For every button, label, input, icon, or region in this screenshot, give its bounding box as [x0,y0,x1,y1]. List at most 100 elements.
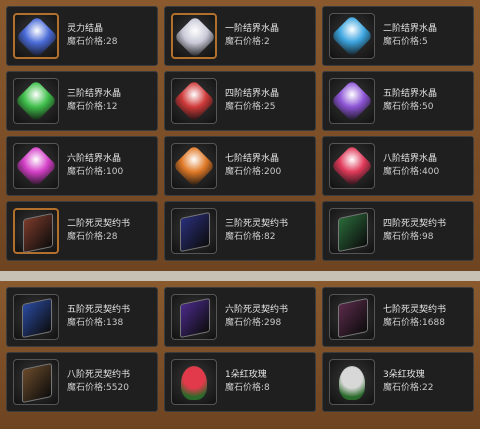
book-shape [23,212,53,254]
item-name: 七阶结界水晶 [225,154,280,164]
gem-shape [330,144,374,188]
item-price-row: 魔石价格:1688 [383,317,446,330]
shop-panel-bottom: 五阶死灵契约书 魔石价格:138 六阶死灵契约书 魔石价格:298 七阶死灵契约书 魔石价… [0,281,480,429]
price-label: 魔石价格: [225,318,265,328]
item-name: 六阶结界水晶 [67,154,122,164]
price-label: 魔石价格: [225,167,265,177]
gem-shape [172,79,216,123]
item-info: 六阶结界水晶 魔石价格:100 [67,153,123,179]
item-name: 六阶死灵契约书 [225,305,289,315]
item-card[interactable]: 七阶结界水晶 魔石价格:200 [164,136,316,196]
item-price-row: 魔石价格:82 [225,231,288,244]
item-info: 二阶结界水晶 魔石价格:5 [383,23,437,49]
item-card[interactable]: 四阶结界水晶 魔石价格:25 [164,71,316,131]
price-label: 魔石价格: [383,383,423,393]
item-price-row: 魔石价格:5 [383,36,437,49]
price-value: 5 [422,37,428,47]
item-price-row: 魔石价格:50 [383,101,437,114]
item-grid-bottom: 五阶死灵契约书 魔石价格:138 六阶死灵契约书 魔石价格:298 七阶死灵契约书 魔石价… [6,287,474,412]
item-card[interactable]: 四阶死灵契约书 魔石价格:98 [322,201,474,261]
item-name: 3朵红玫瑰 [383,370,425,380]
item-card[interactable]: 五阶结界水晶 魔石价格:50 [322,71,474,131]
item-price-row: 魔石价格:2 [225,36,279,49]
necro-contract-4-icon [329,208,375,254]
gem-shape [330,14,374,58]
item-price-row: 魔石价格:28 [67,231,130,244]
item-info: 四阶死灵契约书 魔石价格:98 [383,218,446,244]
item-card[interactable]: 五阶死灵契约书 魔石价格:138 [6,287,158,347]
item-card[interactable]: 1朵红玫瑰 魔石价格:8 [164,352,316,412]
price-label: 魔石价格: [225,383,265,393]
item-name: 三阶死灵契约书 [225,219,289,229]
item-card[interactable]: 二阶结界水晶 魔石价格:5 [322,6,474,66]
item-info: 八阶死灵契约书 魔石价格:5520 [67,369,130,395]
item-price-row: 魔石价格:200 [225,166,281,179]
book-shape [22,362,52,404]
item-info: 三阶结界水晶 魔石价格:12 [67,88,121,114]
item-info: 五阶结界水晶 魔石价格:50 [383,88,437,114]
item-name: 五阶死灵契约书 [67,305,131,315]
item-price-row: 魔石价格:298 [225,317,288,330]
flower-shape [181,366,207,400]
item-card[interactable]: 三阶结界水晶 魔石价格:12 [6,71,158,131]
barrier-crystal-7-icon [171,143,217,189]
item-card[interactable]: 3朵红玫瑰 魔石价格:22 [322,352,474,412]
item-info: 八阶结界水晶 魔石价格:400 [383,153,439,179]
necro-contract-8-icon [13,359,59,405]
item-card[interactable]: 六阶结界水晶 魔石价格:100 [6,136,158,196]
barrier-crystal-5-icon [329,78,375,124]
item-name: 二阶结界水晶 [383,24,438,34]
book-shape [180,297,210,339]
gem-shape [172,144,216,188]
price-value: 138 [106,318,124,328]
item-price-row: 魔石价格:28 [67,36,118,49]
price-value: 1688 [422,318,445,328]
price-label: 魔石价格: [383,232,423,242]
barrier-crystal-2-icon [329,13,375,59]
price-value: 12 [106,102,118,112]
price-value: 400 [422,167,440,177]
item-card[interactable]: 八阶结界水晶 魔石价格:400 [322,136,474,196]
gem-shape [173,15,217,59]
item-name: 三阶结界水晶 [67,89,122,99]
item-info: 三阶死灵契约书 魔石价格:82 [225,218,288,244]
item-name: 八阶死灵契约书 [67,370,131,380]
price-label: 魔石价格: [67,232,107,242]
red-rose-icon [171,359,217,405]
book-shape [22,297,52,339]
item-price-row: 魔石价格:138 [67,317,130,330]
item-card[interactable]: 七阶死灵契约书 魔石价格:1688 [322,287,474,347]
item-card[interactable]: 六阶死灵契约书 魔石价格:298 [164,287,316,347]
item-price-row: 魔石价格:25 [225,101,279,114]
book-shape [338,211,368,253]
price-label: 魔石价格: [383,37,423,47]
price-value: 25 [264,102,276,112]
item-card[interactable]: 八阶死灵契约书 魔石价格:5520 [6,352,158,412]
barrier-crystal-3-icon [13,78,59,124]
price-value: 298 [264,318,282,328]
item-card[interactable]: 三阶死灵契约书 魔石价格:82 [164,201,316,261]
item-card[interactable]: 灵力结晶 魔石价格:28 [6,6,158,66]
item-price-row: 魔石价格:98 [383,231,446,244]
item-info: 七阶死灵契约书 魔石价格:1688 [383,304,446,330]
price-label: 魔石价格: [67,102,107,112]
barrier-crystal-4-icon [171,78,217,124]
item-name: 八阶结界水晶 [383,154,438,164]
item-info: 七阶结界水晶 魔石价格:200 [225,153,281,179]
price-label: 魔石价格: [383,167,423,177]
red-rose-bouquet-icon [329,359,375,405]
item-name: 四阶结界水晶 [225,89,280,99]
price-value: 2 [264,37,270,47]
gem-shape [14,79,58,123]
item-card[interactable]: 一阶结界水晶 魔石价格:2 [164,6,316,66]
necro-contract-7-icon [329,294,375,340]
item-grid-top: 灵力结晶 魔石价格:28 一阶结界水晶 魔石价格:2 二阶结界水晶 魔石价格:5 三阶结界水… [6,6,474,261]
necro-contract-6-icon [171,294,217,340]
gem-shape [15,15,59,59]
item-card[interactable]: 二阶死灵契约书 魔石价格:28 [6,201,158,261]
necro-contract-2-icon [13,208,59,254]
item-price-row: 魔石价格:100 [67,166,123,179]
price-label: 魔石价格: [67,318,107,328]
item-name: 五阶结界水晶 [383,89,438,99]
item-name: 1朵红玫瑰 [225,370,267,380]
